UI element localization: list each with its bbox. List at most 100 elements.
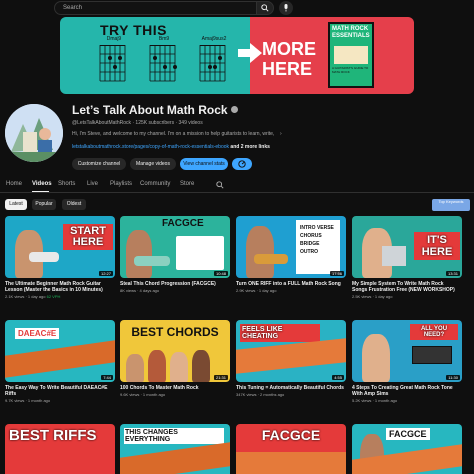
thumbnail-text: ALL YOU NEED? — [410, 324, 458, 340]
tab-shorts[interactable]: Shorts — [58, 181, 75, 187]
channel-description[interactable]: Hi, I'm Steve, and welcome to my channel… — [72, 131, 274, 137]
search-icon[interactable] — [216, 181, 224, 189]
video-thumbnail[interactable]: FACGCE — [352, 424, 462, 474]
ebook-title: MATH ROCK ESSENTIALS — [332, 26, 370, 39]
thumbnail-text: FACGCE — [261, 427, 321, 443]
tab-live[interactable]: Live — [87, 181, 98, 187]
customize-channel-button[interactable]: Customize channel — [72, 158, 126, 170]
video-thumbnail[interactable]: BEST CHORDS 21:31 — [120, 320, 230, 382]
promote-button[interactable] — [232, 158, 252, 170]
video-title[interactable]: The Ultimate Beginner Math Rock Guitar L… — [5, 281, 113, 293]
video-duration: 17:56 — [329, 271, 344, 276]
video-duration: 13:31 — [445, 271, 460, 276]
manage-videos-button[interactable]: Manage videos — [130, 158, 176, 170]
tab-store[interactable]: Store — [180, 181, 194, 187]
video-views-age: 9.7K views · 1 month ago — [5, 398, 51, 403]
chip-oldest[interactable]: Oldest — [62, 199, 86, 210]
view-channel-stats-button[interactable]: View channel stats — [180, 158, 228, 170]
banner-chord-panel: TRY THIS Dmaj9 Bm9 Amaj9sus2 — [60, 17, 250, 94]
arrow-right-icon — [238, 43, 262, 63]
video-thumbnail[interactable]: ALL YOU NEED? 11:30 — [352, 320, 462, 382]
thumbnail-text: FEELS LIKE CHEATING — [240, 324, 320, 342]
video-card[interactable]: THIS CHANGES EVERYTHING — [120, 424, 230, 474]
search-icon — [261, 4, 269, 12]
video-duration: 7:44 — [101, 375, 113, 380]
video-thumbnail[interactable]: BEST RIFFS — [5, 424, 115, 474]
search-input[interactable]: Search — [54, 1, 260, 15]
video-title[interactable]: 100 Chords To Master Math Rock — [120, 385, 228, 391]
video-thumbnail[interactable]: FACGCE 10:48 — [120, 216, 230, 278]
tab-community[interactable]: Community — [140, 181, 170, 187]
video-card[interactable]: BEST CHORDS 21:31 100 Chords To Master M… — [120, 320, 230, 398]
video-thumbnail[interactable]: INTRO VERSE CHORUS BRIDGE OUTRO 17:56 — [236, 216, 346, 278]
video-title[interactable]: The Easy Way To Write Beautiful DAEAC#E … — [5, 385, 113, 397]
video-card[interactable]: FEELS LIKE CHEATING 4:55 This Tuning = A… — [236, 320, 346, 398]
chord-name: Amaj9sus2 — [201, 36, 227, 42]
video-views-age: 5.2K views · 1 month ago — [352, 398, 398, 403]
search-button[interactable] — [256, 1, 274, 15]
chevron-right-icon[interactable]: › — [280, 131, 282, 137]
video-card[interactable]: DAEAC#E 7:44 The Easy Way To Write Beaut… — [5, 320, 115, 404]
thumbnail-text: THIS CHANGES EVERYTHING — [124, 428, 224, 444]
video-duration: 10:48 — [213, 271, 228, 276]
video-card[interactable]: FACGCE — [352, 424, 462, 474]
video-card[interactable]: FACGCE — [236, 424, 346, 474]
verified-badge-icon — [231, 106, 238, 113]
video-card[interactable]: INTRO VERSE CHORUS BRIDGE OUTRO 17:56 Tu… — [236, 216, 346, 294]
channel-tabs: Home Videos Shorts Live Playlists Commun… — [0, 179, 474, 193]
video-duration: 4:55 — [332, 375, 344, 380]
video-thumbnail[interactable]: THIS CHANGES EVERYTHING — [120, 424, 230, 474]
video-card[interactable]: FACGCE 10:48 Steal This Chord Progressio… — [120, 216, 230, 294]
thumbnail-text: BEST RIFFS — [9, 427, 97, 444]
video-title[interactable]: Steal This Chord Progression (FACGCE) — [120, 281, 228, 287]
chip-popular[interactable]: Popular — [32, 199, 56, 210]
banner-promo-panel: MORE HERE MATH ROCK ESSENTIALS A GUITARI… — [250, 17, 414, 94]
chord-diagram: Amaj9sus2 — [198, 36, 228, 83]
ebook-cover: MATH ROCK ESSENTIALS A GUITARIST'S GUIDE… — [328, 22, 374, 88]
video-thumbnail[interactable]: FEELS LIKE CHEATING 4:55 — [236, 320, 346, 382]
video-title[interactable]: This Tuning = Automatically Beautiful Ch… — [236, 385, 344, 391]
thumbnail-text: INTRO VERSE CHORUS BRIDGE OUTRO — [300, 225, 334, 255]
more-links[interactable]: and 2 more links — [230, 144, 269, 150]
thumbnail-text: BEST CHORDS — [131, 325, 219, 339]
video-title[interactable]: 4 Steps To Creating Great Math Rock Tone… — [352, 385, 460, 397]
video-card[interactable]: ALL YOU NEED? 11:30 4 Steps To Creating … — [352, 320, 462, 404]
video-meta: 2.1K views · 1 day ago 62 VPH — [5, 294, 115, 300]
video-card[interactable]: BEST RIFFS — [5, 424, 115, 474]
chord-name: Dmaj9 — [106, 36, 122, 42]
video-thumbnail[interactable]: DAEAC#E 7:44 — [5, 320, 115, 382]
video-card[interactable]: START HERE 12:27 The Ultimate Beginner M… — [5, 216, 115, 300]
video-views-age: 2.9K views · 1 day ago — [236, 288, 277, 293]
channel-meta: @LetsTalkAboutMathRock · 125K subscriber… — [72, 120, 203, 126]
chord-name: Bm9 — [158, 36, 170, 42]
chip-latest[interactable]: Latest — [5, 199, 27, 210]
channel-banner: TRY THIS Dmaj9 Bm9 Amaj9sus2 MORE HERE M… — [60, 17, 414, 94]
tab-playlists[interactable]: Playlists — [110, 181, 132, 187]
video-thumbnail[interactable]: START HERE 12:27 — [5, 216, 115, 278]
thumbnail-text: FACGCE — [386, 428, 430, 440]
tab-home[interactable]: Home — [6, 181, 22, 187]
voice-search-button[interactable] — [279, 1, 293, 15]
video-duration: 21:31 — [213, 375, 228, 380]
video-views-age: 2.5K views · 1 day ago — [352, 294, 393, 299]
vph-badge: 62 VPH — [46, 294, 61, 299]
tab-videos[interactable]: Videos — [32, 181, 52, 187]
video-title[interactable]: Turn ONE RIFF into a FULL Math Rock Song — [236, 281, 344, 287]
channel-avatar[interactable] — [5, 104, 63, 162]
video-views-age: 2.1K views · 1 day ago — [5, 294, 46, 299]
ebook-subtitle: A GUITARIST'S GUIDE TO MATH ROCK — [332, 66, 369, 74]
video-duration: 11:30 — [446, 375, 460, 380]
chord-diagram: Bm9 — [148, 36, 178, 83]
chord-diagram: Dmaj9 — [98, 36, 128, 83]
channel-link[interactable]: letstalkaboutmathrock.store/pages/copy-o… — [72, 144, 229, 150]
video-title[interactable]: My Simple System To Write Math Rock Song… — [352, 281, 460, 293]
video-card[interactable]: IT'S HERE 13:31 My Simple System To Writ… — [352, 216, 462, 300]
thumbnail-text: IT'S HERE — [414, 232, 460, 260]
channel-links[interactable]: letstalkaboutmathrock.store/pages/copy-o… — [72, 144, 270, 150]
video-duration: 12:27 — [98, 271, 113, 276]
banner-cta: MORE HERE — [262, 39, 316, 79]
video-views-age: 347K views · 2 months ago — [236, 392, 285, 397]
video-thumbnail[interactable]: FACGCE — [236, 424, 346, 474]
top-keywords-button[interactable]: Top Keywords — [432, 199, 470, 211]
video-thumbnail[interactable]: IT'S HERE 13:31 — [352, 216, 462, 278]
